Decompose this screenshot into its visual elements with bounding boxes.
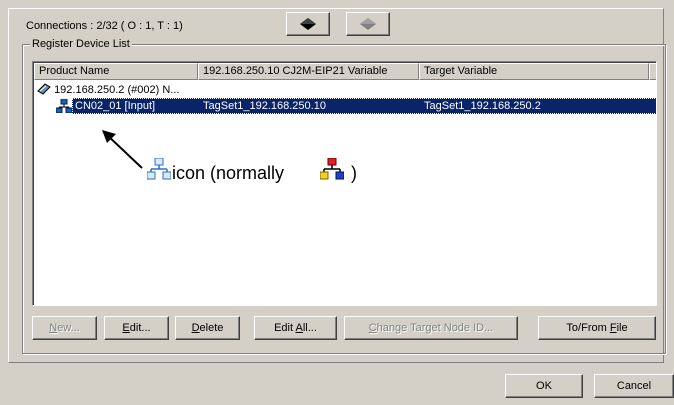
column-header-product[interactable]: Product Name (34, 63, 198, 80)
ok-button[interactable]: OK (505, 374, 583, 398)
annotation-arrow (102, 130, 143, 169)
column-header-variable[interactable]: 192.168.250.10 CJ2M-EIP21 Variable (198, 63, 419, 80)
upload-button[interactable] (286, 12, 330, 36)
connections-value: 2/32 ( O : 1, T : 1) (96, 20, 183, 32)
row-product: CN02_01 [Input] (75, 100, 156, 112)
group-title: Register Device List (30, 38, 132, 50)
connections-label: Connections : 2/32 ( O : 1, T : 1) (26, 20, 183, 32)
cancel-button[interactable]: Cancel (594, 374, 674, 398)
column-header-target[interactable]: Target Variable (419, 63, 649, 80)
download-button[interactable] (346, 12, 390, 36)
device-icon (37, 83, 51, 95)
delete-button[interactable]: Delete (175, 316, 240, 340)
tree-node-parent-label: 192.168.250.2 (#002) N... (54, 84, 180, 96)
selected-row[interactable] (72, 98, 656, 114)
column-header-spare (649, 63, 656, 80)
normal-network-icon (320, 158, 344, 180)
device-list[interactable]: Product Name 192.168.250.10 CJ2M-EIP21 V… (32, 61, 657, 306)
to-from-file-button[interactable]: To/From File (538, 316, 656, 340)
annotation-text: icon (normally (172, 163, 285, 183)
edit-button[interactable]: Edit... (104, 316, 169, 340)
row-variable: TagSet1_192.168.250.10 (203, 100, 326, 112)
change-target-node-button[interactable]: Change Target Node ID... (344, 316, 518, 340)
network-icon (56, 99, 72, 113)
annotation-close: ) (351, 163, 357, 183)
download-arrow-icon (360, 18, 376, 30)
disabled-network-icon (147, 158, 171, 180)
new-button[interactable]: New... (32, 316, 97, 340)
edit-all-button[interactable]: Edit All... (254, 316, 337, 340)
upload-arrow-icon (300, 18, 316, 30)
tree-node-parent[interactable]: 192.168.250.2 (#002) N... (37, 82, 179, 98)
row-target: TagSet1_192.168.250.2 (424, 100, 541, 112)
